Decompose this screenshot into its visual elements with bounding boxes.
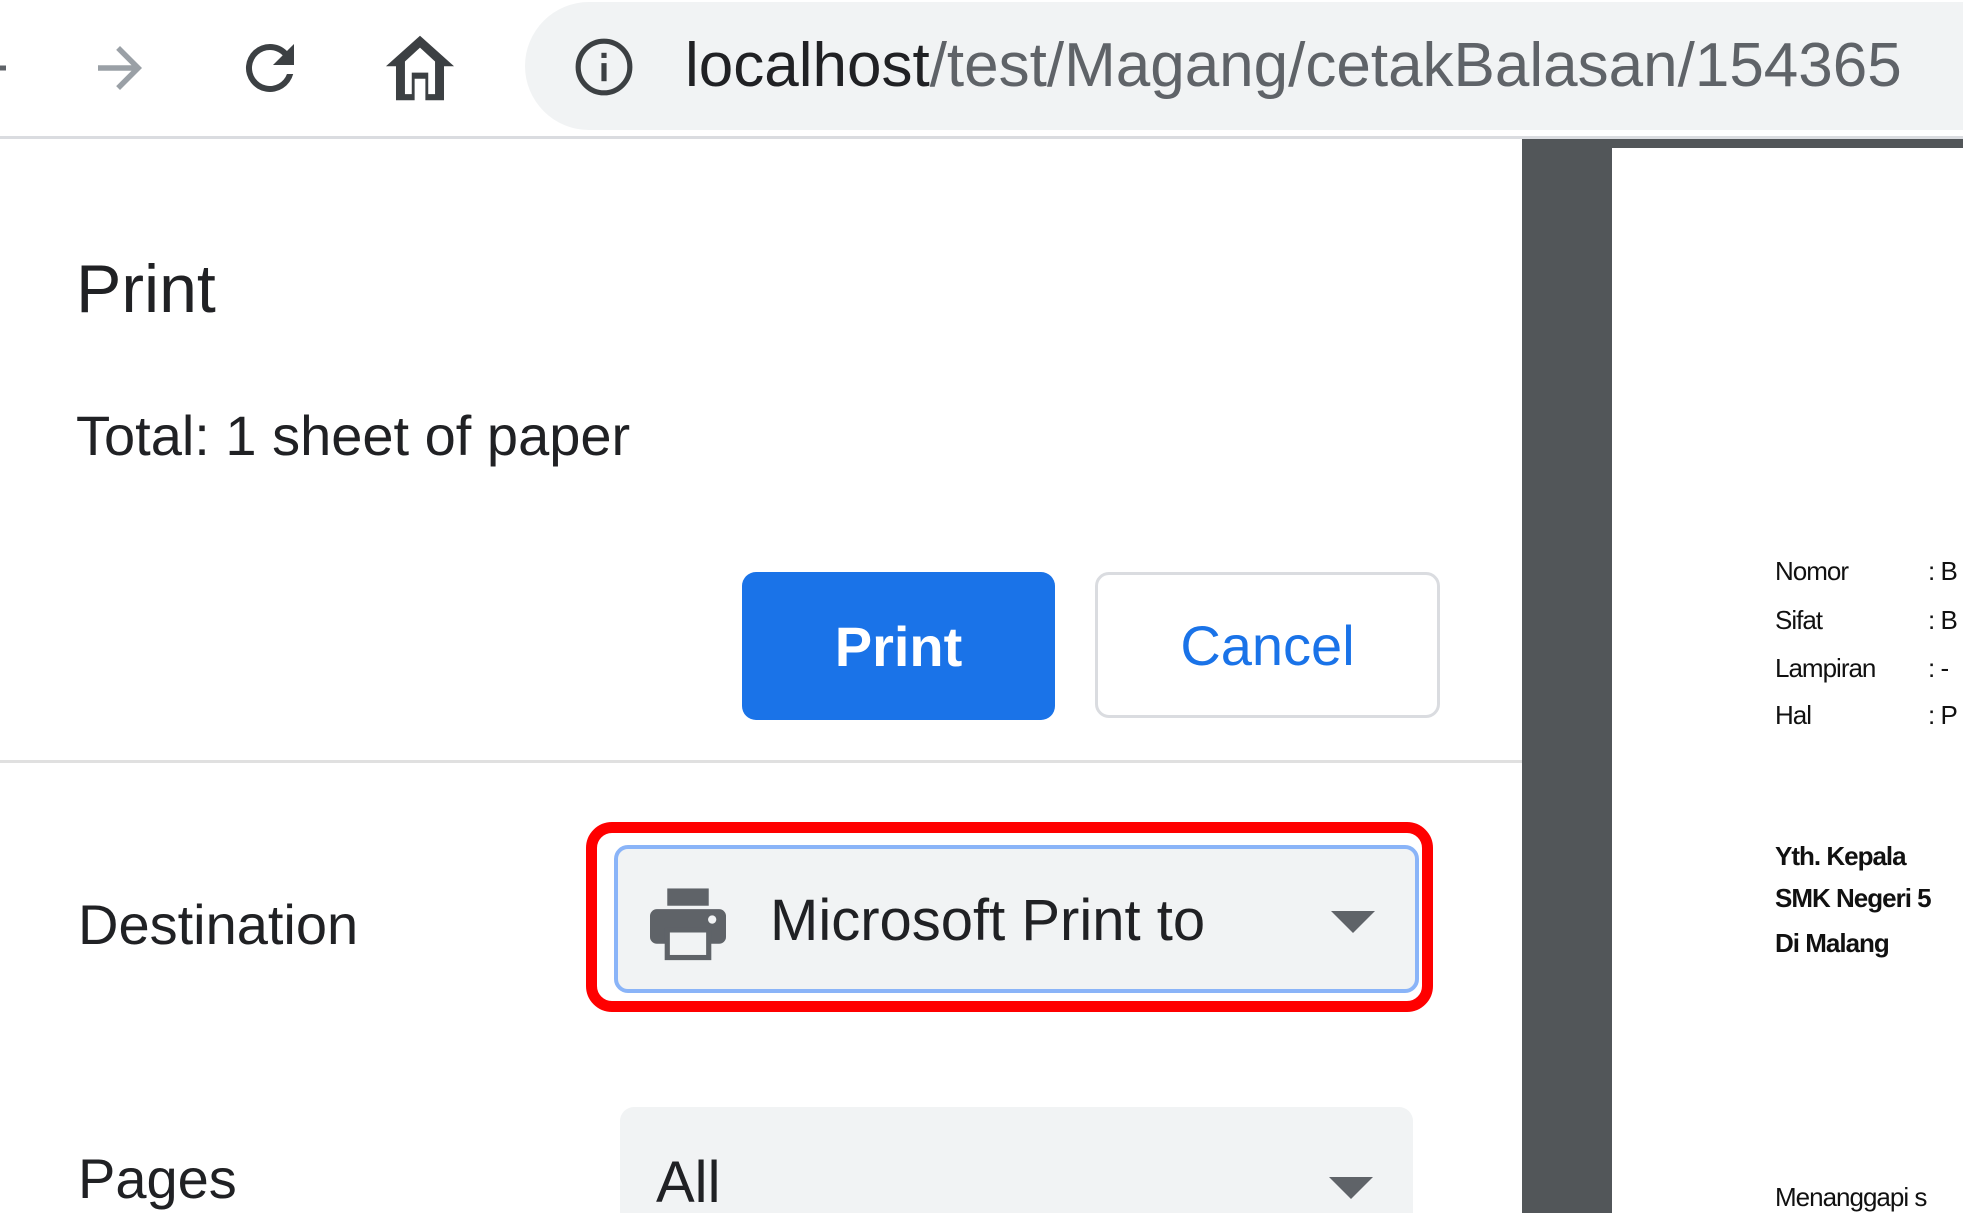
url-path: /test/Magang/cetakBalasan/154365	[929, 31, 1902, 100]
field-value: : B	[1928, 605, 1958, 635]
reload-icon	[245, 43, 294, 92]
page-title: Print	[76, 251, 216, 327]
home-icon	[385, 35, 455, 101]
chevron-down-icon	[1331, 911, 1375, 933]
print-button[interactable]: Print	[742, 572, 1055, 720]
pages-label: Pages	[78, 1147, 237, 1210]
url-host: localhost	[685, 31, 930, 100]
destination-label: Destination	[78, 893, 359, 956]
forward-arrow-icon	[98, 46, 142, 90]
printer-icon	[650, 888, 726, 961]
field-label: Nomor	[1775, 556, 1849, 586]
destination-value: Microsoft Print to	[770, 888, 1206, 953]
field-value: : P	[1928, 700, 1958, 730]
destination-select[interactable]: Microsoft Print to	[614, 845, 1419, 993]
home-button[interactable]	[372, 20, 468, 116]
forward-button[interactable]	[72, 20, 168, 116]
field-value: : -	[1928, 653, 1949, 683]
field-label: Sifat	[1775, 605, 1823, 635]
print-settings-panel: Print Total: 1 sheet of paper Print Canc…	[0, 139, 1522, 1213]
back-button[interactable]	[0, 20, 34, 116]
chevron-down-icon	[1329, 1177, 1373, 1199]
address-line: SMK Negeri 5	[1775, 883, 1932, 913]
address-line: Yth. Kepala	[1775, 841, 1907, 871]
back-arrow-icon	[0, 65, 6, 71]
divider	[0, 760, 1522, 763]
preview-page[interactable]: Nomor : B Sifat : B Lampiran : - Hal : P…	[1612, 148, 1963, 1213]
info-icon[interactable]	[573, 36, 635, 98]
address-bar[interactable]: localhost/test/Magang/cetakBalasan/15436…	[525, 2, 1963, 130]
url-text[interactable]: localhost/test/Magang/cetakBalasan/15436…	[685, 28, 1902, 104]
cancel-button[interactable]: Cancel	[1095, 572, 1440, 718]
reload-button[interactable]	[222, 20, 318, 116]
body-text: Menanggapi s	[1775, 1182, 1927, 1212]
address-line: Di Malang	[1775, 928, 1890, 958]
pages-value: All	[656, 1150, 721, 1213]
sheet-total: Total: 1 sheet of paper	[76, 404, 631, 467]
screen: localhost/test/Magang/cetakBalasan/15436…	[0, 0, 1963, 1213]
field-value: : B	[1928, 556, 1958, 586]
browser-toolbar: localhost/test/Magang/cetakBalasan/15436…	[0, 0, 1963, 139]
pages-select[interactable]: All	[620, 1107, 1413, 1213]
field-label: Lampiran	[1775, 653, 1876, 683]
field-label: Hal	[1775, 700, 1812, 730]
